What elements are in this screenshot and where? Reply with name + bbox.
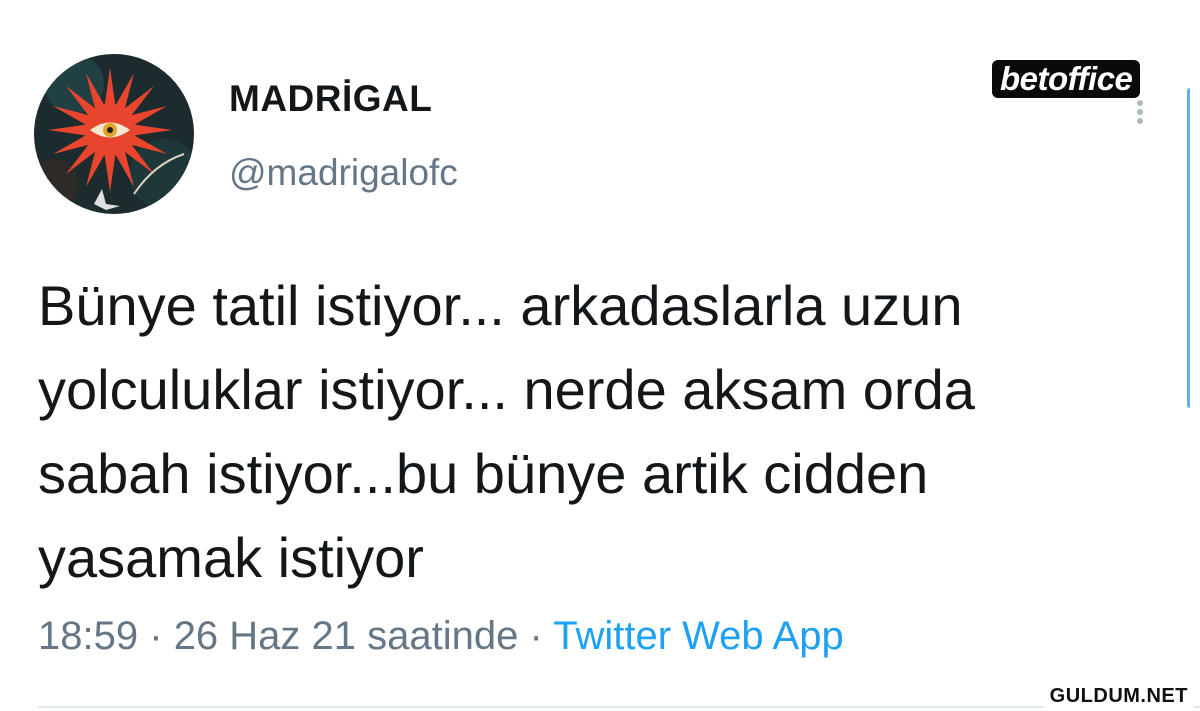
watermark-logo-top: betoffice [992,60,1141,98]
tweet-date[interactable]: 26 Haz 21 saatinde [174,614,519,658]
tweet-text: Bünye tatil istiyor... arkadaslarla uzun… [38,274,975,589]
meta-separator: · [149,614,163,658]
more-dots-icon[interactable] [1136,100,1144,126]
tweet-source-link[interactable]: Twitter Web App [553,614,844,658]
tweet-meta: 18:59 · 26 Haz 21 saatinde · Twitter Web… [38,614,844,659]
author-handle[interactable]: @madrigalofc [229,152,458,194]
sun-eye-avatar-icon [34,54,194,214]
meta-separator: · [529,614,543,658]
tweet-screenshot: MADRİGAL @madrigalofc betoffice Bünye ta… [0,0,1200,711]
watermark-logo-bottom: GULDUM.NET [1043,683,1194,709]
author-display-name[interactable]: MADRİGAL [229,78,432,120]
divider [38,706,1200,708]
author-avatar[interactable] [34,54,194,214]
scrollbar-accent [1187,88,1200,408]
tweet-time[interactable]: 18:59 [38,614,138,658]
